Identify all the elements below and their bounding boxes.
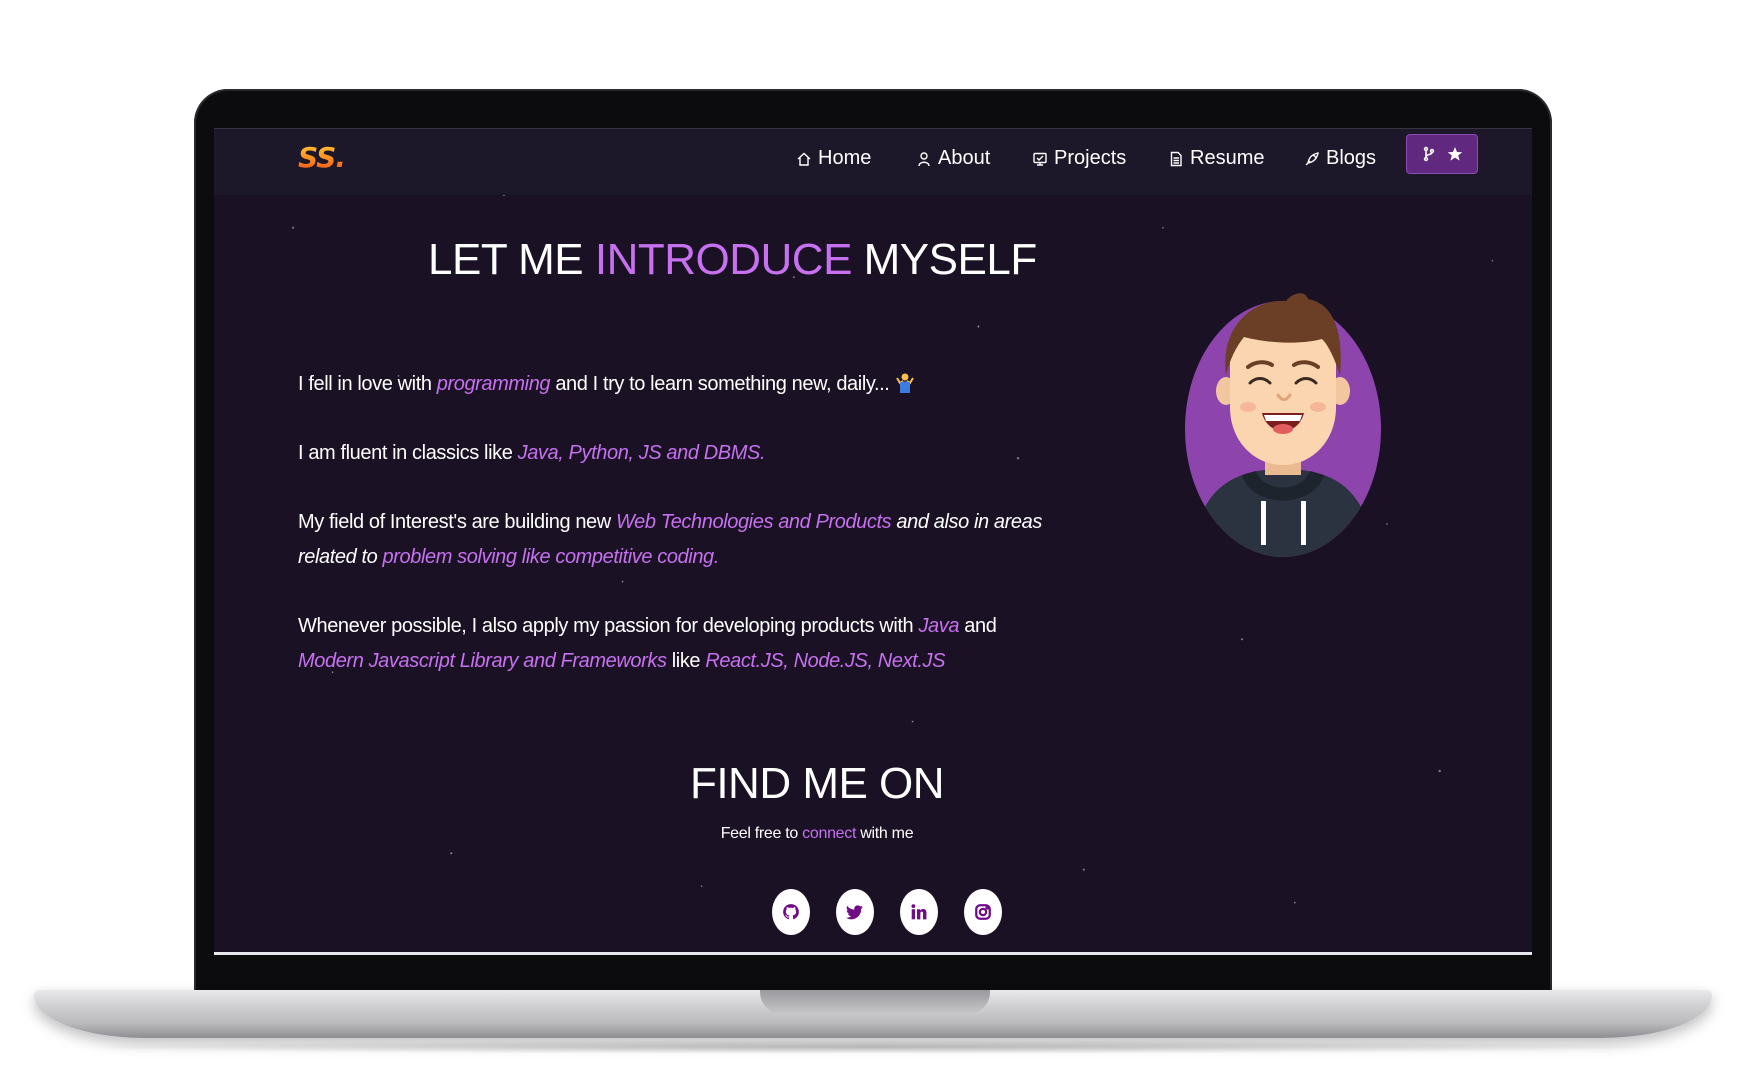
laptop-screen: SS. Home About Projects Resume Blogs LET… — [214, 128, 1532, 952]
p3-highlight-1: Web Technologies and Products — [616, 511, 892, 533]
star-icon — [1447, 147, 1463, 161]
p4-text-1: Whenever possible, I also apply my passi… — [298, 615, 919, 637]
navbar: SS. Home About Projects Resume Blogs — [214, 129, 1532, 195]
nav-projects-label: Projects — [1054, 147, 1127, 169]
p3-text-1: My field of Interest's are building new — [298, 511, 616, 533]
heading-part2: MYSELF — [863, 235, 1038, 284]
find-sub-before: Feel free to — [720, 825, 803, 842]
p1-text-1: I fell in love with — [298, 373, 437, 395]
heading-highlight: INTRODUCE — [594, 235, 853, 284]
find-sub-after: with me — [856, 825, 914, 842]
linkedin-link[interactable] — [900, 889, 938, 935]
github-link[interactable] — [772, 889, 810, 935]
linkedin-icon — [911, 904, 927, 920]
connect-link[interactable]: connect — [802, 825, 856, 842]
p4-text-3: like — [666, 650, 706, 672]
nav-projects[interactable]: Projects — [1032, 147, 1126, 170]
nav-blogs[interactable]: Blogs — [1304, 147, 1376, 170]
p2-highlight: Java, Python, JS and DBMS. — [517, 442, 766, 464]
github-icon — [783, 904, 799, 920]
nav-resume[interactable]: Resume — [1168, 147, 1264, 170]
nav-links: Home About Projects Resume Blogs — [214, 129, 1532, 195]
twitter-icon — [846, 905, 863, 920]
git-fork-icon — [1423, 146, 1435, 162]
document-icon — [1170, 151, 1182, 166]
projects-icon — [1033, 152, 1047, 166]
waving-person-emoji-icon — [895, 373, 914, 393]
find-me-heading: FIND ME ON — [689, 759, 945, 808]
p4-highlight-3: React.JS, Node.JS, Next.JS — [705, 650, 946, 672]
laptop-shadow — [60, 1040, 1686, 1054]
heading-part1: LET ME — [428, 235, 584, 284]
about-paragraph-4: Whenever possible, I also apply my passi… — [298, 609, 1058, 679]
avatar — [1185, 293, 1381, 557]
home-icon — [797, 152, 811, 166]
instagram-icon — [975, 904, 991, 920]
nav-about-label: About — [938, 147, 991, 169]
about-heading: LET ME INTRODUCE MYSELF — [428, 235, 1037, 285]
social-links — [772, 889, 1002, 935]
about-paragraph-1: I fell in love with programming and I tr… — [298, 367, 1058, 402]
twitter-link[interactable] — [836, 889, 874, 935]
github-fork-star-button[interactable] — [1406, 134, 1478, 174]
nav-about[interactable]: About — [916, 147, 990, 170]
p4-highlight-2: Modern Javascript Library and Frameworks — [298, 650, 667, 672]
laptop-notch — [760, 990, 990, 1014]
p3-highlight-2: problem solving like competitive coding. — [382, 546, 720, 568]
user-icon — [918, 151, 930, 166]
about-body: I fell in love with programming and I tr… — [298, 367, 1058, 713]
p1-text-2: and I try to learn something new, daily.… — [550, 373, 895, 395]
instagram-link[interactable] — [964, 889, 1002, 935]
p4-text-2: and — [959, 615, 997, 637]
find-me-subtitle: Feel free to connect with me — [214, 825, 1420, 843]
screen-bottom-edge — [214, 952, 1532, 955]
about-paragraph-2: I am fluent in classics like Java, Pytho… — [298, 436, 1058, 471]
about-paragraph-3: My field of Interest's are building new … — [298, 505, 1058, 575]
p2-text-1: I am fluent in classics like — [298, 442, 518, 464]
p1-highlight: programming — [436, 373, 551, 395]
blogs-icon — [1305, 151, 1319, 165]
nav-blogs-label: Blogs — [1326, 147, 1377, 169]
p4-highlight-1: Java — [918, 615, 960, 637]
nav-resume-label: Resume — [1190, 147, 1265, 169]
nav-home[interactable]: Home — [796, 147, 871, 170]
nav-home-label: Home — [818, 147, 872, 169]
